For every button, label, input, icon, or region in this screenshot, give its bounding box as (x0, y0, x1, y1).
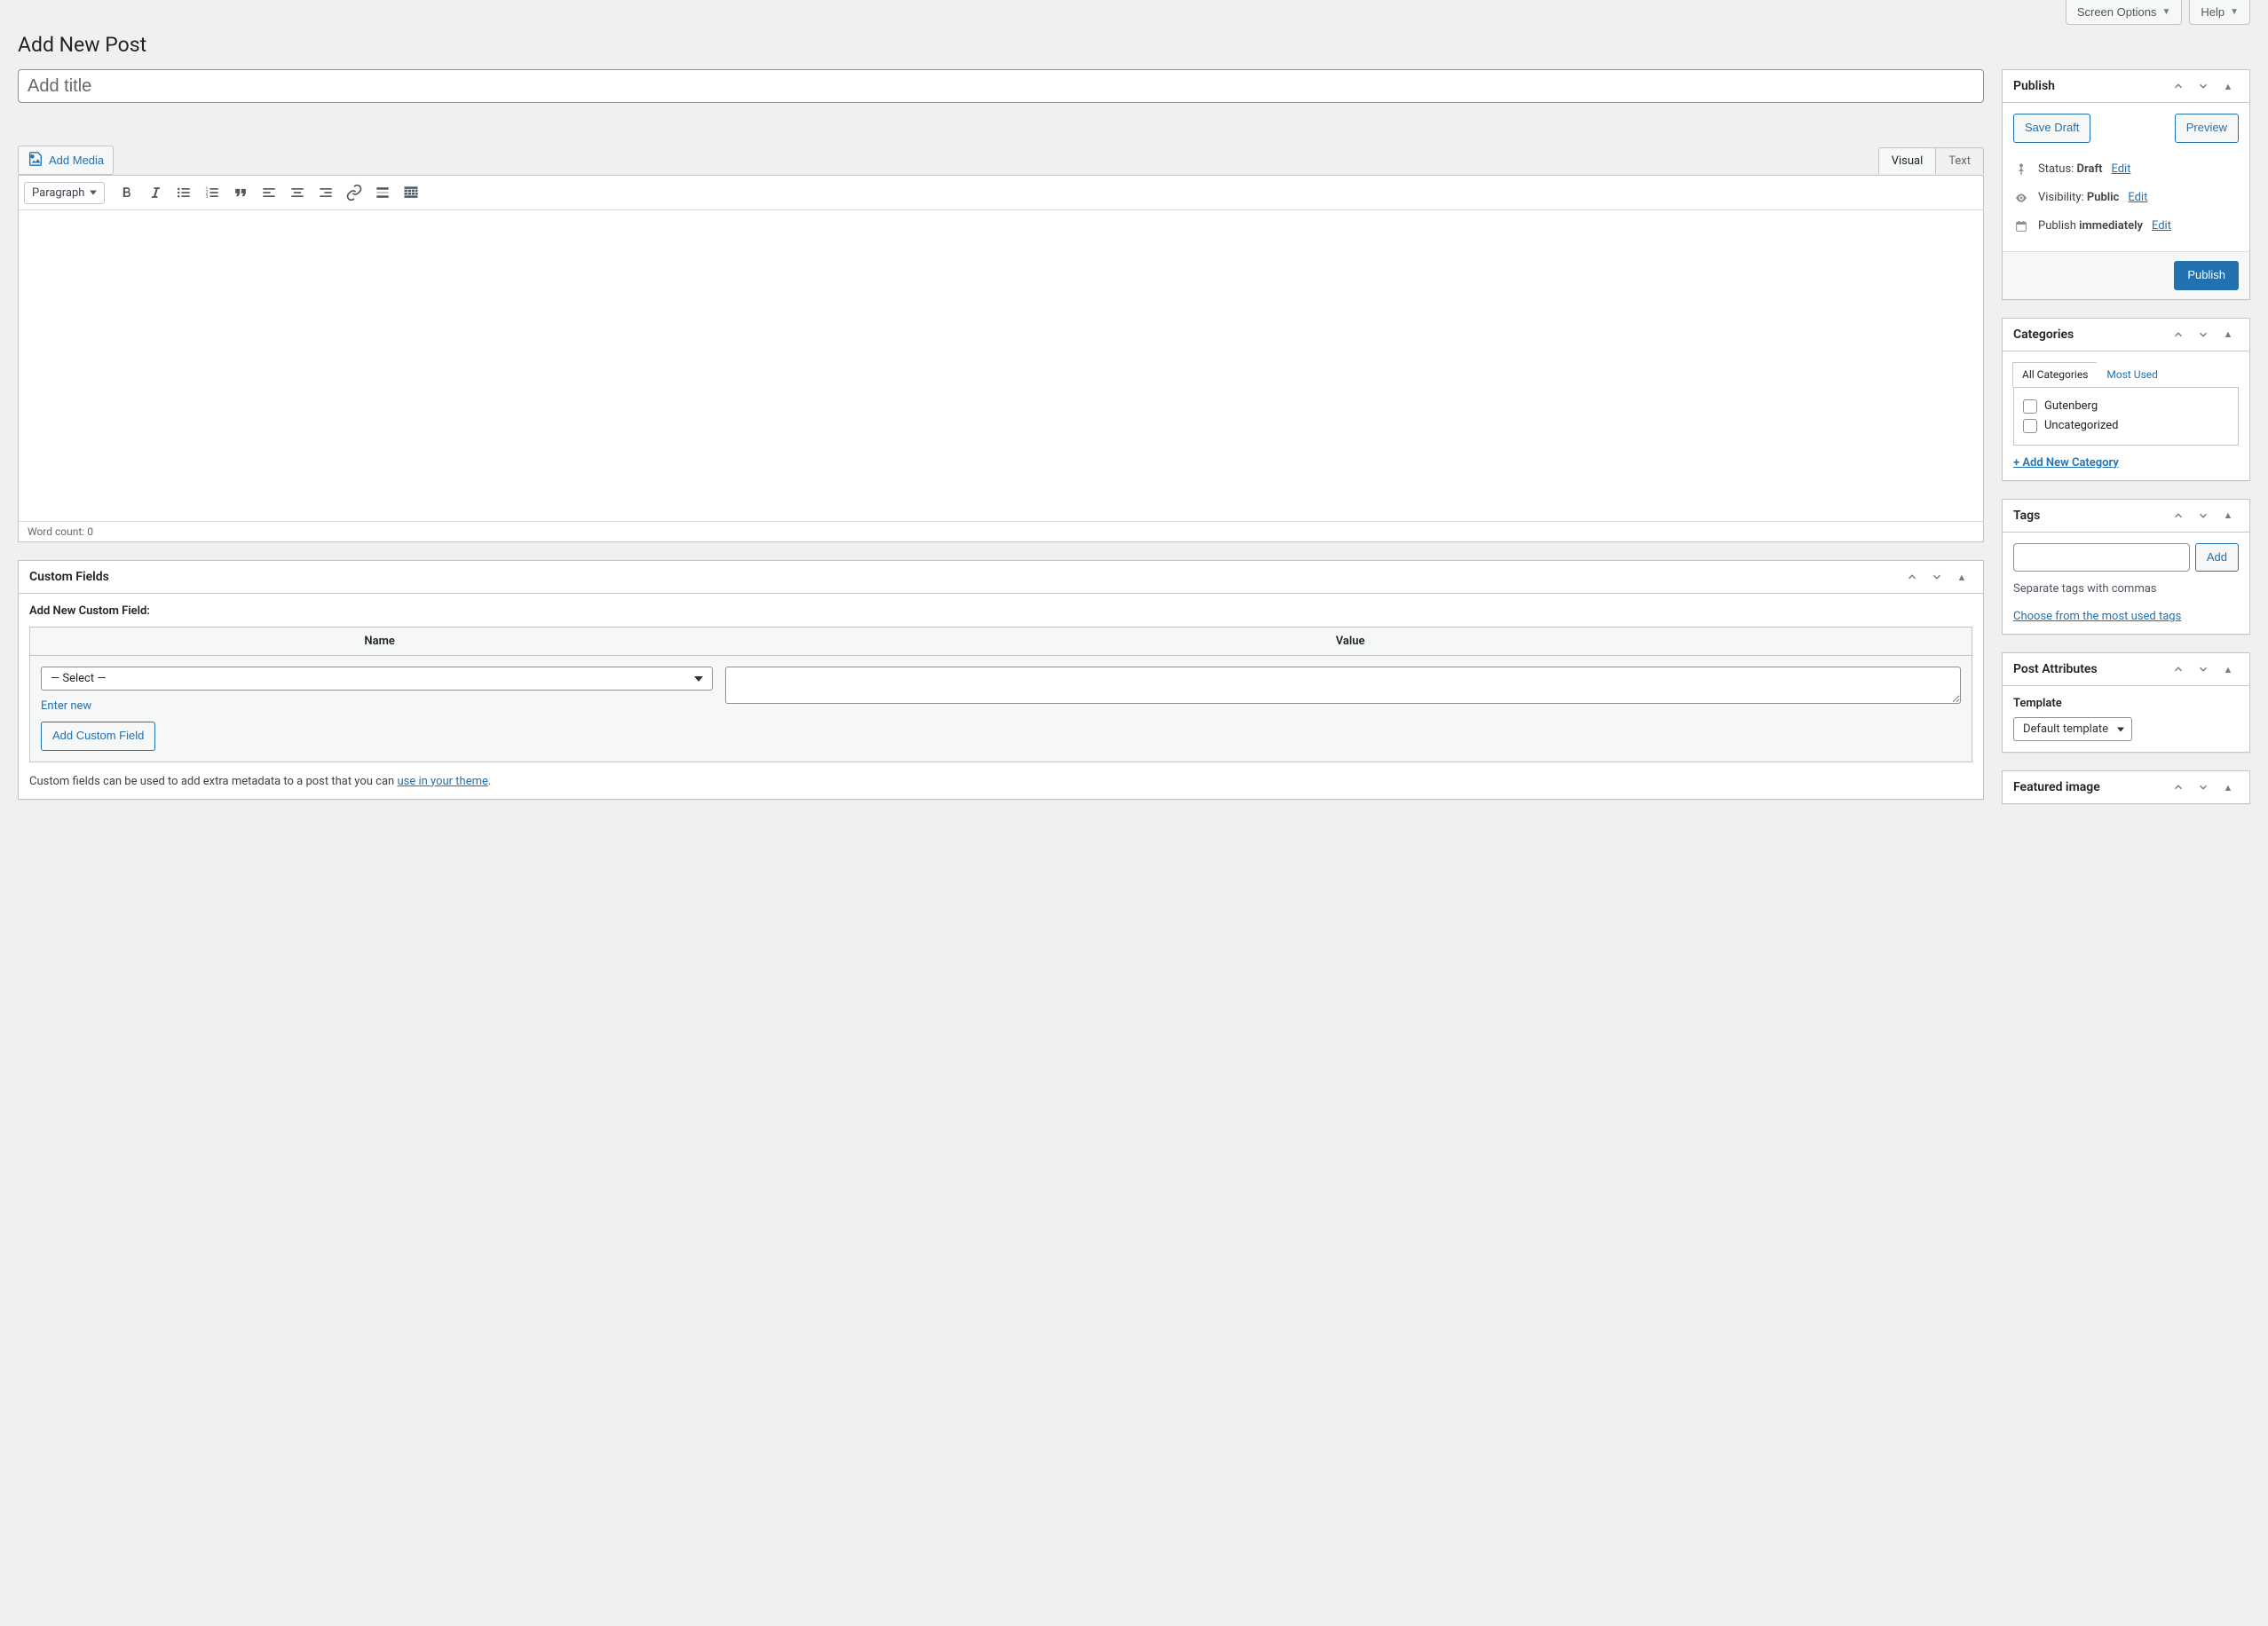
number-list-button[interactable]: 123 (199, 179, 225, 206)
edit-status-link[interactable]: Edit (2111, 162, 2130, 176)
template-select[interactable]: Default template (2013, 717, 2132, 741)
preview-button[interactable]: Preview (2175, 114, 2239, 143)
tab-most-used[interactable]: Most Used (2097, 362, 2168, 387)
category-checkbox[interactable] (2023, 419, 2037, 433)
post-title-input[interactable] (18, 69, 1984, 103)
page-title: Add New Post (18, 25, 2250, 60)
cf-value-textarea[interactable] (725, 667, 1961, 704)
add-custom-field-button[interactable]: Add Custom Field (41, 722, 155, 751)
schedule-label: Publish immediately (2038, 219, 2143, 233)
move-up-icon[interactable] (1901, 566, 1923, 588)
tab-all-categories[interactable]: All Categories (2012, 362, 2098, 387)
help-button[interactable]: Help ▼ (2189, 0, 2250, 25)
status-label: Status: Draft (2038, 162, 2102, 176)
add-media-button[interactable]: Add Media (18, 146, 114, 175)
categories-heading: Categories (2013, 319, 2074, 351)
move-down-icon[interactable] (2193, 659, 2214, 680)
save-draft-button[interactable]: Save Draft (2013, 114, 2090, 143)
featured-image-heading: Featured image (2013, 771, 2100, 803)
screen-options-button[interactable]: Screen Options ▼ (2066, 0, 2183, 25)
category-label: Uncategorized (2044, 419, 2118, 432)
cf-enter-new-link[interactable]: Enter new (41, 699, 91, 713)
visibility-label: Visibility: Public (2038, 191, 2119, 204)
toggle-icon[interactable]: ▲ (2217, 505, 2239, 526)
move-down-icon[interactable] (2193, 75, 2214, 97)
link-button[interactable] (341, 179, 367, 206)
toggle-icon[interactable]: ▲ (1951, 566, 1972, 588)
tags-heading: Tags (2013, 500, 2040, 532)
format-select[interactable]: Paragraph (24, 182, 105, 204)
cf-col-name: Name (30, 628, 729, 655)
add-new-category-link[interactable]: + Add New Category (2013, 456, 2119, 470)
move-down-icon[interactable] (2193, 777, 2214, 798)
chevron-down-icon: ▼ (2161, 7, 2170, 17)
toggle-icon[interactable]: ▲ (2217, 777, 2239, 798)
toolbar-toggle-button[interactable] (398, 179, 424, 206)
move-up-icon[interactable] (2168, 505, 2189, 526)
move-down-icon[interactable] (2193, 505, 2214, 526)
category-item[interactable]: Uncategorized (2023, 416, 2229, 436)
cf-name-select[interactable]: — Select — (41, 667, 713, 691)
choose-tags-link[interactable]: Choose from the most used tags (2013, 610, 2181, 623)
editor-content-area[interactable] (19, 210, 1983, 521)
word-count-status: Word count: 0 (19, 521, 1983, 541)
publish-heading: Publish (2013, 70, 2055, 102)
toggle-icon[interactable]: ▲ (2217, 324, 2239, 345)
pin-icon (2013, 162, 2029, 177)
cf-col-value: Value (729, 628, 1972, 655)
add-media-label: Add Media (49, 154, 104, 167)
move-up-icon[interactable] (2168, 777, 2189, 798)
custom-fields-heading: Custom Fields (29, 561, 109, 593)
align-right-button[interactable] (312, 179, 339, 206)
edit-schedule-link[interactable]: Edit (2152, 219, 2171, 233)
align-left-button[interactable] (256, 179, 282, 206)
help-label: Help (2201, 5, 2225, 19)
quote-button[interactable] (227, 179, 254, 206)
media-icon (28, 151, 43, 170)
move-down-icon[interactable] (1926, 566, 1948, 588)
bold-button[interactable] (114, 179, 140, 206)
move-up-icon[interactable] (2168, 324, 2189, 345)
category-label: Gutenberg (2044, 399, 2098, 413)
tags-description: Separate tags with commas (2013, 582, 2239, 596)
move-down-icon[interactable] (2193, 324, 2214, 345)
cf-description: Custom fields can be used to add extra m… (29, 775, 1972, 788)
visibility-icon (2013, 191, 2029, 205)
tab-text[interactable]: Text (1935, 147, 1984, 174)
calendar-icon (2013, 219, 2029, 233)
readmore-button[interactable] (369, 179, 396, 206)
format-select-label: Paragraph (32, 186, 84, 200)
category-item[interactable]: Gutenberg (2023, 397, 2229, 416)
bullet-list-button[interactable] (170, 179, 197, 206)
custom-fields-subheading: Add New Custom Field: (29, 604, 1972, 618)
edit-visibility-link[interactable]: Edit (2128, 191, 2147, 204)
post-attributes-heading: Post Attributes (2013, 653, 2098, 685)
chevron-down-icon: ▼ (2230, 7, 2239, 17)
publish-button[interactable]: Publish (2174, 261, 2239, 290)
screen-options-label: Screen Options (2077, 5, 2157, 19)
svg-text:3: 3 (206, 194, 209, 200)
cf-theme-link[interactable]: use in your theme (397, 775, 487, 788)
move-up-icon[interactable] (2168, 75, 2189, 97)
toggle-icon[interactable]: ▲ (2217, 75, 2239, 97)
align-center-button[interactable] (284, 179, 311, 206)
italic-button[interactable] (142, 179, 169, 206)
move-up-icon[interactable] (2168, 659, 2189, 680)
tab-visual[interactable]: Visual (1878, 147, 1937, 174)
category-checkbox[interactable] (2023, 399, 2037, 414)
toggle-icon[interactable]: ▲ (2217, 659, 2239, 680)
template-label: Template (2013, 697, 2239, 710)
tags-input[interactable] (2013, 543, 2190, 572)
add-tag-button[interactable]: Add (2195, 543, 2239, 572)
